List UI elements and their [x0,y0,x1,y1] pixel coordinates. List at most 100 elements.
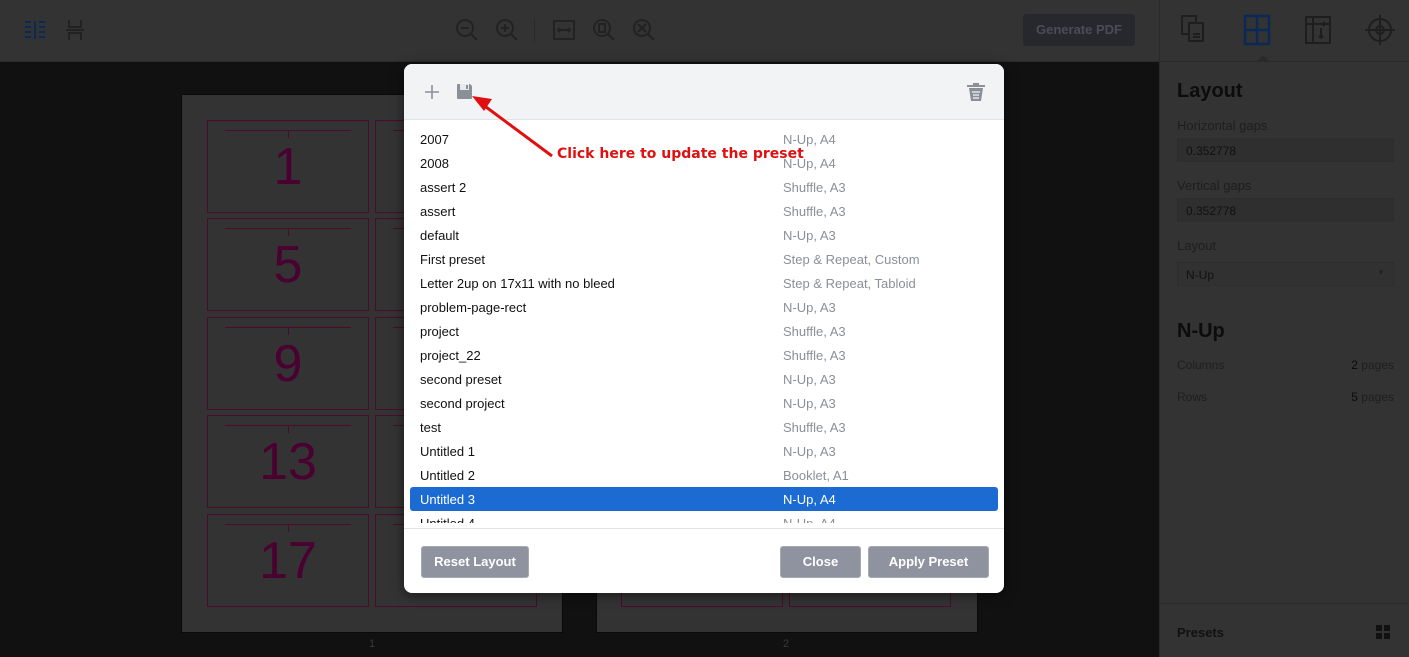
preset-row[interactable]: problem-page-rect N-Up, A3 [410,295,998,319]
preset-name: test [420,419,441,435]
preset-type: N-Up, A3 [783,227,836,243]
layout-heading: Layout [1177,80,1243,102]
marks-tab-icon[interactable] [1365,14,1395,46]
preset-row[interactable]: Untitled 1 N-Up, A3 [410,439,998,463]
cell-number: 5 [273,236,303,294]
reset-layout-button[interactable]: Reset Layout [421,546,529,578]
panel-tabs [1160,0,1409,62]
actual-size-icon[interactable] [632,18,656,42]
rows-unit: pages [1361,390,1394,404]
preset-row[interactable]: test Shuffle, A3 [410,415,998,439]
preset-name: project [420,323,460,339]
layout-tab-icon[interactable] [1242,14,1272,46]
columns-value[interactable]: 2 [1351,358,1358,372]
presets-label: Presets [1177,625,1224,640]
preset-type: Shuffle, A3 [783,203,846,219]
layout-select[interactable]: N-Up ▼ [1177,262,1394,286]
dialog-header [404,64,1004,120]
generate-pdf-button[interactable]: Generate PDF [1023,14,1135,46]
preset-name: default [420,227,460,243]
pages-tab-icon[interactable] [1180,14,1210,46]
preset-type: Shuffle, A3 [783,419,846,435]
preset-type: N-Up, A4 [783,131,836,147]
preset-type: Shuffle, A3 [783,347,846,363]
preset-type: N-Up, A3 [783,371,836,387]
trash-icon[interactable] [966,82,986,102]
cell-number: 1 [273,138,303,196]
toolbar-divider [534,18,535,42]
preset-row[interactable]: assert Shuffle, A3 [410,199,998,223]
preset-type: Booklet, A1 [783,467,849,483]
preset-type: Step & Repeat, Custom [783,251,920,267]
preset-name: Untitled 3 [420,491,475,507]
imposition-cell: 9 [207,317,369,410]
presets-list[interactable]: 2007 N-Up, A4 2008 N-Up, A4 assert 2 Shuffle,… [410,127,998,523]
presets-dialog: 2007 N-Up, A4 2008 N-Up, A4 assert 2 Shuffle,… [404,64,1004,593]
preset-row[interactable]: second project N-Up, A3 [410,391,998,415]
columns-row: Columns 2 pages [1177,358,1394,372]
vertical-gaps-input[interactable]: 0.352778 [1177,198,1394,222]
preset-row[interactable]: project_22 Shuffle, A3 [410,343,998,367]
preset-row[interactable]: Untitled 3 N-Up, A4 [410,487,998,511]
cell-number: 13 [259,433,317,491]
preset-type: N-Up, A3 [783,443,836,459]
preset-name: 2007 [420,131,449,147]
preset-name: second preset [420,371,502,387]
preset-type: Shuffle, A3 [783,179,846,195]
preset-row[interactable]: Untitled 4 N-Up, A4 [410,511,998,524]
layout-label: Layout [1177,238,1217,253]
rows-row: Rows 5 pages [1177,390,1394,404]
active-tab-pointer [1256,55,1270,62]
rows-value[interactable]: 5 [1351,390,1358,404]
cell-number: 9 [273,335,303,393]
preset-row[interactable]: default N-Up, A3 [410,223,998,247]
vertical-view-icon[interactable] [63,18,87,42]
annotation-note: Click here to update the preset [557,146,804,162]
preset-type: N-Up, A3 [783,395,836,411]
fit-width-icon[interactable] [552,18,576,42]
preset-row[interactable]: Untitled 2 Booklet, A1 [410,463,998,487]
vertical-gaps-label: Vertical gaps [1177,178,1252,193]
columns-unit: pages [1361,358,1394,372]
save-preset-icon[interactable] [456,83,473,100]
horizontal-gaps-label: Horizontal gaps [1177,118,1268,133]
preset-name: Untitled 4 [420,515,475,524]
preset-name: assert [420,203,456,219]
preset-name: Untitled 1 [420,443,475,459]
cell-number: 17 [259,532,317,590]
add-preset-icon[interactable] [424,84,440,100]
preset-type: Step & Repeat, Tabloid [783,275,916,291]
imposition-cell: 17 [207,514,369,607]
preset-type: Shuffle, A3 [783,323,846,339]
preset-type: N-Up, A4 [783,491,836,507]
chevron-down-icon: ▼ [1377,268,1385,277]
apply-preset-button[interactable]: Apply Preset [868,546,989,578]
imposition-cell: 13 [207,415,369,508]
presets-bar[interactable]: Presets [1160,603,1409,657]
preset-type: N-Up, A4 [783,515,836,524]
horizontal-gaps-input[interactable]: 0.352778 [1177,138,1394,162]
preset-name: First preset [420,251,486,267]
page-number: 1 [368,638,376,650]
margins-tab-icon[interactable] [1303,14,1333,46]
preset-row[interactable]: assert 2 Shuffle, A3 [410,175,998,199]
preset-name: assert 2 [420,179,467,195]
dialog-footer: Reset Layout Close Apply Preset [404,528,1004,593]
close-button[interactable]: Close [780,546,861,578]
grid-icon[interactable] [1376,625,1390,639]
fit-page-icon[interactable] [592,18,616,42]
preset-row[interactable]: second preset N-Up, A3 [410,367,998,391]
preset-name: problem-page-rect [420,299,527,315]
imposition-cell: 5 [207,218,369,311]
nup-heading: N-Up [1177,320,1225,342]
columns-label: Columns [1177,358,1225,372]
side-by-side-view-icon[interactable] [23,18,47,42]
settings-panel: Layout Horizontal gaps 0.352778 Vertical… [1159,0,1409,657]
preset-row[interactable]: First preset Step & Repeat, Custom [410,247,998,271]
zoom-in-icon[interactable] [495,18,519,42]
zoom-out-icon[interactable] [455,18,479,42]
preset-name: second project [420,395,505,411]
preset-row[interactable]: Letter 2up on 17x11 with no bleed Step & … [410,271,998,295]
preset-row[interactable]: project Shuffle, A3 [410,319,998,343]
preset-name: Letter 2up on 17x11 with no bleed [420,275,615,291]
